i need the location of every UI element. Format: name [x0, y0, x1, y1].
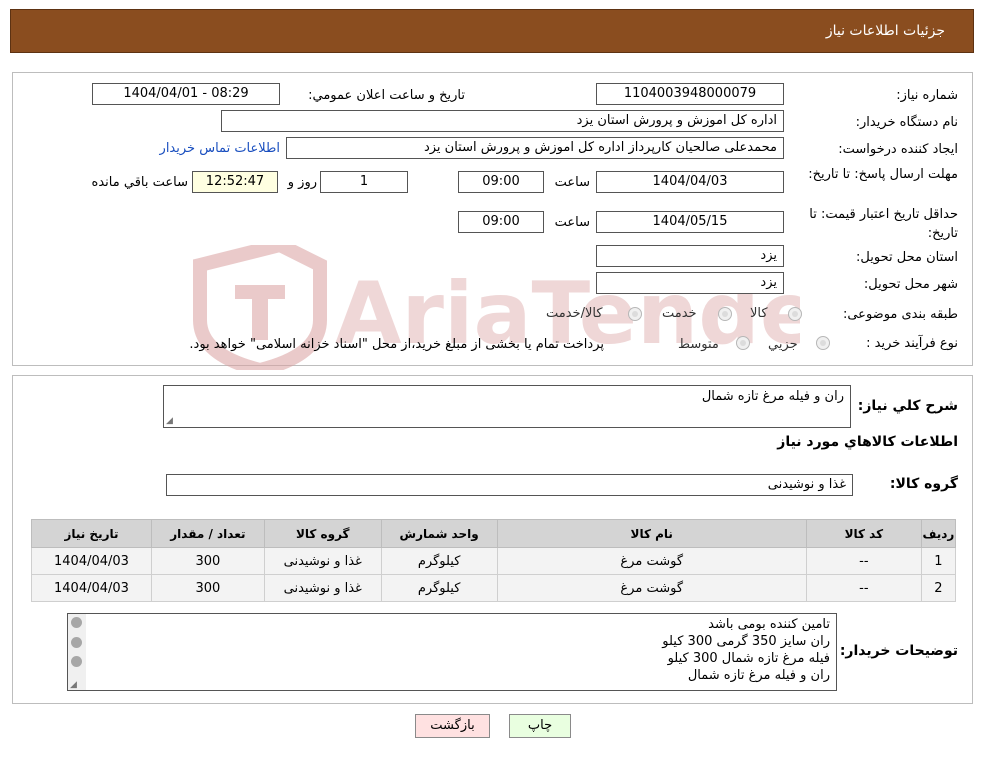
table-row: 2 -- گوشت مرغ کيلوگرم غذا و نوشيدنی 300 … [31, 574, 957, 602]
deadline-date-field: 1404/04/03 [596, 171, 784, 193]
cell-code: -- [805, 574, 922, 602]
category-label: طبقه بندی موضوعی: [842, 307, 958, 322]
need-number-label: شماره نياز: [896, 88, 958, 103]
buyer-notes-text: تامین کننده بومی باشد ران سایز 350 گرمی … [68, 614, 836, 686]
goods-group-field: غذا و نوشيدنی [166, 474, 853, 496]
summary-label: شرح کلي نياز: [857, 398, 958, 414]
process-radio-medium[interactable] [736, 336, 750, 350]
col-row-header: رديف [920, 519, 957, 548]
goods-table: رديف کد کالا نام کالا واحد شمارش گروه کا… [31, 519, 957, 602]
category-radio-goods-service[interactable] [628, 307, 642, 321]
note-line: ران سایز 350 گرمی 300 کیلو [662, 634, 830, 649]
note-line: فیله مرغ تازه شمال 300 کیلو [667, 651, 830, 666]
announce-value: 1404/04/01 - 08:29 [123, 86, 249, 101]
category-goods-service-label: کالا/خدمت [546, 306, 603, 321]
buyer-label: نام دستگاه خريدار: [855, 115, 958, 130]
province-field: يزد [596, 245, 784, 267]
cell-group: غذا و نوشيدنی [263, 547, 382, 575]
process-label: نوع فرآيند خريد : [866, 336, 958, 351]
cell-name: گوشت مرغ [496, 574, 807, 602]
scroll-up-icon[interactable] [71, 617, 82, 628]
process-minor-label: جزيي [768, 337, 798, 352]
note-line: ران و فیله مرغ تازه شمال [687, 668, 830, 683]
notes-scrollbar[interactable]: ◢ [68, 614, 86, 690]
deadline-label: مهلت ارسال پاسخ: تا تاريخ: [808, 167, 958, 182]
process-medium-label: متوسط [678, 337, 719, 352]
col-qty-header: تعداد / مقدار [150, 519, 265, 548]
deadline-time-field: 09:00 [458, 171, 544, 193]
city-field: يزد [596, 272, 784, 294]
col-name-header: نام کالا [496, 519, 807, 548]
summary-text: ران و فیله مرغ تازه شمال [701, 389, 844, 404]
remaining-time-field: 12:52:47 [192, 171, 278, 193]
cell-unit: کيلوگرم [380, 547, 498, 575]
table-header-row: رديف کد کالا نام کالا واحد شمارش گروه کا… [31, 519, 957, 548]
resize-grip-icon[interactable]: ◢ [166, 416, 173, 426]
days-label: روز و [287, 175, 317, 190]
days-field: 1 [320, 171, 408, 193]
contact-buyer-link[interactable]: اطلاعات تماس خريدار [160, 141, 280, 156]
category-radio-service[interactable] [718, 307, 732, 321]
creator-field: محمدعلی صالحیان کارپرداز اداره کل اموزش … [286, 137, 784, 159]
cell-code: -- [805, 547, 922, 575]
col-code-header: کد کالا [805, 519, 922, 548]
cell-row: 1 [920, 547, 957, 575]
page-title: جزئيات اطلاعات نياز [825, 23, 945, 39]
city-label: شهر محل تحويل: [863, 277, 958, 292]
creator-label: ايجاد کننده درخواست: [838, 142, 958, 157]
table-row: 1 -- گوشت مرغ کيلوگرم غذا و نوشيدنی 300 … [31, 547, 957, 575]
back-button[interactable]: بازگشت [415, 714, 490, 738]
scroll-thumb-icon[interactable] [71, 637, 82, 648]
page-header: جزئيات اطلاعات نياز [10, 9, 974, 53]
print-button[interactable]: چاپ [509, 714, 571, 738]
col-date-header: تاريخ نياز [31, 519, 152, 548]
cell-qty: 300 [150, 574, 265, 602]
announce-field: 1404/04/01 - 08:29 [92, 83, 280, 105]
remaining-label: ساعت باقي مانده [91, 175, 188, 190]
validity-date-field: 1404/05/15 [596, 211, 784, 233]
validity-label: حداقل تاريخ اعتبار قيمت: تا تاريخ: [809, 207, 958, 241]
cell-date: 1404/04/03 [31, 574, 152, 602]
category-goods-label: کالا [750, 306, 768, 321]
note-line: تامین کننده بومی باشد [708, 617, 830, 632]
col-unit-header: واحد شمارش [380, 519, 498, 548]
cell-row: 2 [920, 574, 957, 602]
cell-unit: کيلوگرم [380, 574, 498, 602]
resize-grip-icon[interactable]: ◢ [70, 680, 77, 690]
cell-name: گوشت مرغ [496, 547, 807, 575]
col-group-header: گروه کالا [263, 519, 382, 548]
buyer-notes-label: توضيحات خريدار: [839, 643, 958, 659]
validity-time-field: 09:00 [458, 211, 544, 233]
province-label: استان محل تحويل: [856, 250, 958, 265]
goods-info-title: اطلاعات کالاهاي مورد نياز [777, 434, 958, 450]
category-service-label: خدمت [662, 306, 697, 321]
deadline-time-label: ساعت [554, 175, 590, 190]
announce-label: تاريخ و ساعت اعلان عمومي: [308, 88, 465, 103]
process-radio-minor[interactable] [816, 336, 830, 350]
buyer-field: اداره کل اموزش و پرورش استان يزد [221, 110, 784, 132]
category-radio-goods[interactable] [788, 307, 802, 321]
need-number-field: 1104003948000079 [596, 83, 784, 105]
buyer-notes-textarea[interactable]: ◢ تامین کننده بومی باشد ران سایز 350 گرم… [67, 613, 837, 691]
cell-date: 1404/04/03 [31, 547, 152, 575]
goods-group-label: گروه کالا: [889, 476, 958, 492]
scroll-down-icon[interactable] [71, 656, 82, 667]
cell-qty: 300 [150, 547, 265, 575]
cell-group: غذا و نوشيدنی [263, 574, 382, 602]
process-note: پرداخت تمام يا بخشی از مبلغ خريد،از محل … [189, 337, 604, 352]
validity-time-label: ساعت [554, 215, 590, 230]
summary-textarea[interactable]: ران و فیله مرغ تازه شمال ◢ [163, 385, 851, 428]
